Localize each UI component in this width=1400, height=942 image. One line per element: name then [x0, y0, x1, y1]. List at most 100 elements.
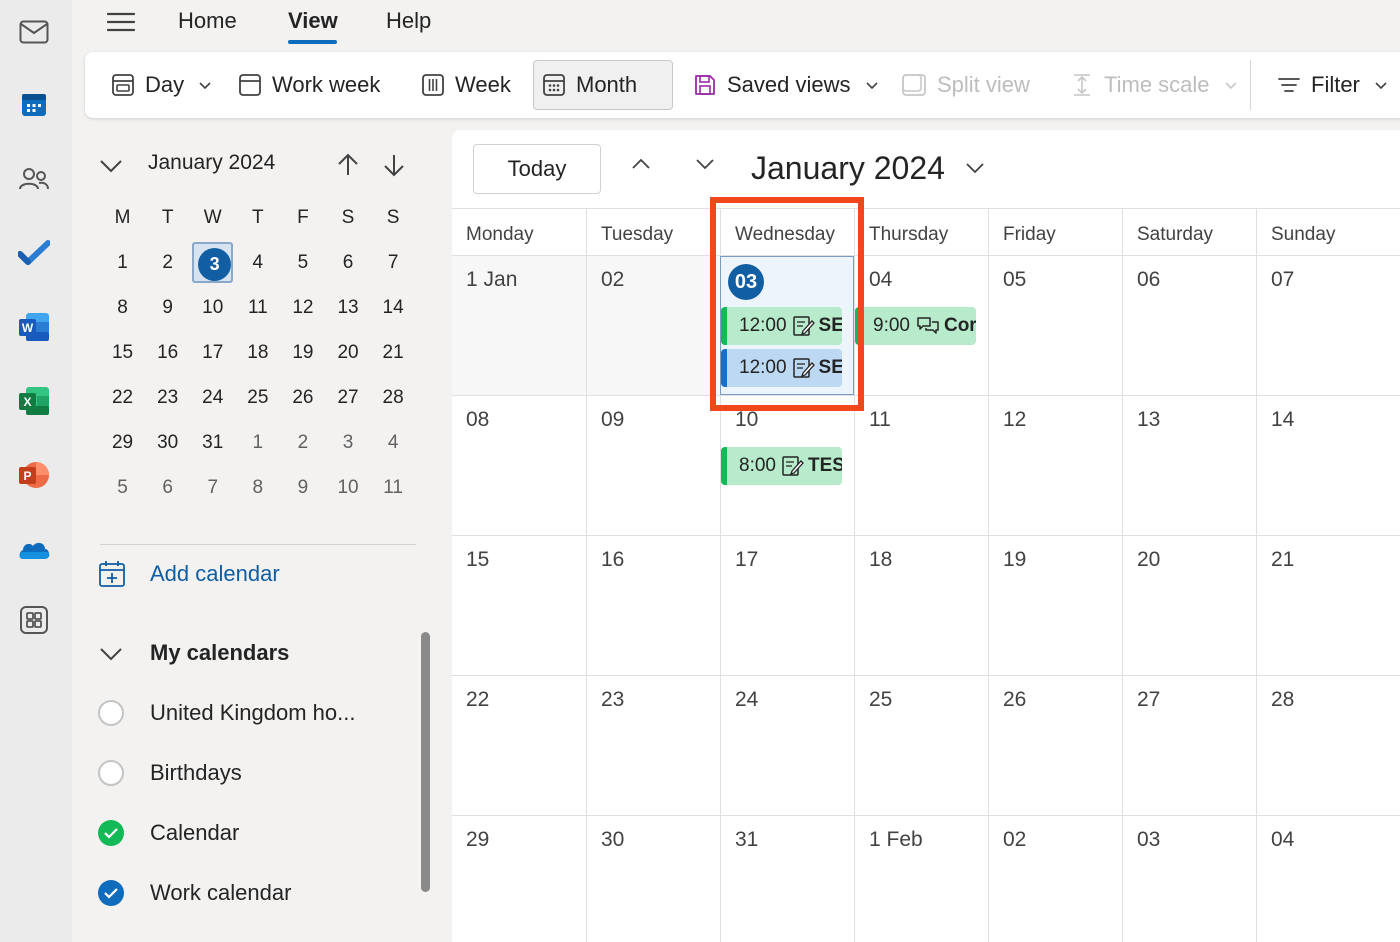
mini-day[interactable]: 6: [145, 465, 190, 510]
mini-day[interactable]: 9: [280, 465, 325, 510]
mini-day[interactable]: 18: [235, 330, 280, 375]
next-month-chevron-icon[interactable]: [694, 156, 716, 177]
left-pane-scrollbar[interactable]: [421, 632, 430, 892]
check-circle-icon[interactable]: [98, 880, 124, 906]
day-cell[interactable]: 03: [1122, 816, 1256, 942]
mini-day[interactable]: 22: [100, 375, 145, 420]
day-cell[interactable]: 15: [452, 536, 586, 675]
day-cell[interactable]: 09: [586, 396, 720, 535]
tab-home[interactable]: Home: [178, 8, 237, 34]
mini-day[interactable]: 19: [280, 330, 325, 375]
calendar-app-icon[interactable]: [14, 85, 54, 125]
day-cell[interactable]: 25: [854, 676, 988, 815]
saved-views-button[interactable]: Saved views: [685, 60, 887, 110]
mini-day[interactable]: 13: [325, 285, 370, 330]
mini-day[interactable]: 5: [280, 240, 325, 285]
mini-day[interactable]: 1: [100, 240, 145, 285]
month-title[interactable]: January 2024: [751, 150, 945, 187]
mini-day[interactable]: 2: [145, 240, 190, 285]
mini-day[interactable]: 15: [100, 330, 145, 375]
day-cell[interactable]: 12: [988, 396, 1122, 535]
day-cell[interactable]: 04: [1256, 816, 1390, 942]
day-cell[interactable]: 06: [1122, 256, 1256, 395]
mini-day[interactable]: 4: [371, 420, 416, 465]
week-view-button[interactable]: Week: [413, 60, 519, 110]
day-cell[interactable]: 20: [1122, 536, 1256, 675]
day-cell[interactable]: 16: [586, 536, 720, 675]
mini-day[interactable]: 3: [325, 420, 370, 465]
powerpoint-icon[interactable]: P: [14, 455, 54, 495]
people-icon[interactable]: [14, 159, 54, 199]
day-cell[interactable]: 05: [988, 256, 1122, 395]
day-cell[interactable]: 23: [586, 676, 720, 815]
mini-day[interactable]: 28: [371, 375, 416, 420]
calendar-event[interactable]: 12:00 SE: [721, 349, 842, 387]
mini-day[interactable]: 11: [371, 465, 416, 510]
filter-button[interactable]: Filter: [1269, 60, 1396, 110]
todo-icon[interactable]: [14, 233, 54, 273]
check-circle-icon[interactable]: [98, 820, 124, 846]
calendar-item-calendar[interactable]: Calendar: [98, 820, 239, 846]
mini-day[interactable]: 17: [190, 330, 235, 375]
mini-day[interactable]: 6: [325, 240, 370, 285]
mini-day[interactable]: 5: [100, 465, 145, 510]
my-calendars-header[interactable]: My calendars: [98, 640, 289, 666]
previous-month-arrow-icon[interactable]: [336, 152, 360, 183]
day-cell[interactable]: 21: [1256, 536, 1390, 675]
mini-day[interactable]: 1: [235, 420, 280, 465]
day-cell[interactable]: 17: [720, 536, 854, 675]
day-cell[interactable]: 30: [586, 816, 720, 942]
mini-day[interactable]: 4: [235, 240, 280, 285]
mini-day-today[interactable]: 3: [190, 240, 235, 285]
next-month-arrow-icon[interactable]: [382, 152, 406, 183]
mini-day[interactable]: 12: [280, 285, 325, 330]
mini-day[interactable]: 24: [190, 375, 235, 420]
day-cell[interactable]: 28: [1256, 676, 1390, 815]
calendar-item-birthdays[interactable]: Birthdays: [98, 760, 242, 786]
mini-day[interactable]: 14: [371, 285, 416, 330]
calendar-event[interactable]: 9:00 Cor: [855, 307, 976, 345]
mini-day[interactable]: 27: [325, 375, 370, 420]
mini-day[interactable]: 8: [235, 465, 280, 510]
calendar-item-work-calendar[interactable]: Work calendar: [98, 880, 291, 906]
day-view-button[interactable]: Day: [103, 60, 220, 110]
day-cell[interactable]: 18: [854, 536, 988, 675]
day-cell[interactable]: 22: [452, 676, 586, 815]
mini-calendar-title[interactable]: January 2024: [148, 151, 275, 175]
tab-help[interactable]: Help: [386, 8, 431, 34]
calendar-event[interactable]: 12:00 SE: [721, 307, 842, 345]
day-cell[interactable]: 14: [1256, 396, 1390, 535]
day-cell[interactable]: 26: [988, 676, 1122, 815]
mini-day[interactable]: 11: [235, 285, 280, 330]
day-cell[interactable]: 02: [586, 256, 720, 395]
work-week-view-button[interactable]: Work week: [230, 60, 388, 110]
mini-day[interactable]: 30: [145, 420, 190, 465]
month-view-button[interactable]: Month: [533, 60, 673, 110]
mini-day[interactable]: 10: [325, 465, 370, 510]
day-cell[interactable]: 1 Jan: [452, 256, 586, 395]
day-cell[interactable]: 02: [988, 816, 1122, 942]
add-calendar-button[interactable]: Add calendar: [98, 560, 280, 588]
mini-day[interactable]: 7: [371, 240, 416, 285]
day-cell[interactable]: 31: [720, 816, 854, 942]
day-cell[interactable]: 29: [452, 816, 586, 942]
calendar-toggle-empty-icon[interactable]: [98, 760, 124, 786]
mini-day[interactable]: 16: [145, 330, 190, 375]
mini-day[interactable]: 26: [280, 375, 325, 420]
mini-day[interactable]: 10: [190, 285, 235, 330]
chevron-down-icon[interactable]: [964, 160, 986, 181]
mini-day[interactable]: 21: [371, 330, 416, 375]
day-cell[interactable]: 1 Feb: [854, 816, 988, 942]
previous-month-chevron-icon[interactable]: [630, 156, 652, 177]
apps-icon[interactable]: [14, 600, 54, 640]
day-cell[interactable]: 11: [854, 396, 988, 535]
tab-view[interactable]: View: [288, 8, 338, 34]
mini-day[interactable]: 2: [280, 420, 325, 465]
day-cell[interactable]: 13: [1122, 396, 1256, 535]
hamburger-menu-icon[interactable]: [106, 10, 136, 34]
mail-icon[interactable]: [14, 12, 54, 52]
mini-day[interactable]: 31: [190, 420, 235, 465]
split-view-button[interactable]: Split view: [893, 60, 1038, 110]
today-button[interactable]: Today: [473, 144, 601, 194]
word-icon[interactable]: W: [14, 307, 54, 347]
